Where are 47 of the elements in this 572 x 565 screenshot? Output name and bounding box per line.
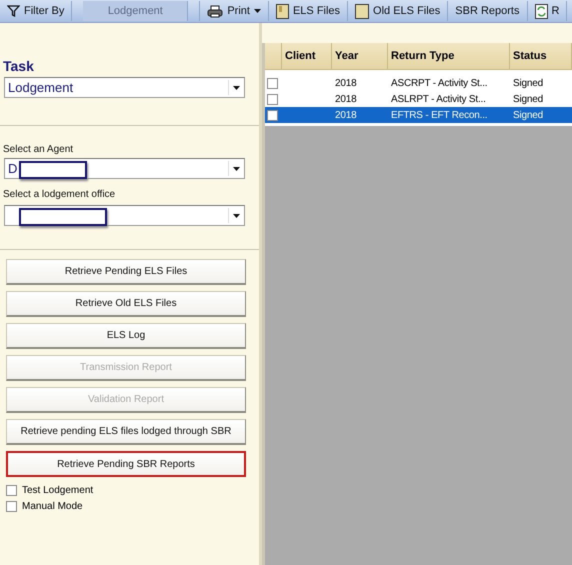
office-combo[interactable] [4,205,245,226]
toolbar-button[interactable]: Filter By [0,1,72,21]
action-button[interactable]: Retrieve Old ELS Files [6,291,246,317]
task-combo[interactable]: Lodgement [4,77,245,98]
table-cell-text: ASLRPT - Activity St... [390,92,487,106]
table-cell-text: 2018 [334,76,358,90]
checkbox[interactable] [6,501,17,512]
office-label: Select a lodgement office [3,189,116,200]
toolbar-button[interactable]: Print [200,1,269,21]
action-button[interactable]: Retrieve pending ELS files lodged through SBR [6,419,246,445]
toolbar-button[interactable]: ELS Files [268,1,348,21]
checkbox-label: Test Lodgement [22,485,94,496]
checkbox[interactable] [267,94,278,104]
action-button[interactable]: Retrieve Pending SBR Reports [6,451,246,477]
document-icon [355,4,370,18]
action-button[interactable]: ELS Log [6,323,246,349]
action-button[interactable]: Retrieve Pending ELS Files [6,259,246,285]
toolbar-button[interactable]: Old ELS Files [348,1,448,21]
table-cell-text: Signed [512,76,544,90]
agent-combo[interactable]: D [4,158,245,179]
table-cell-text: 2018 [334,92,358,106]
caret-icon [232,166,240,170]
column-header[interactable]: Status [510,43,572,70]
header-cell [265,43,282,70]
task-title: Task [3,58,34,74]
agent-label: Select an Agent [3,144,74,155]
column-header[interactable]: Return Type [388,43,510,70]
checkbox-label: Manual Mode [22,501,83,512]
filter-icon [7,5,20,17]
document-icon [276,4,289,18]
column-header[interactable]: Year [332,43,388,70]
column-header[interactable]: Client [282,43,332,70]
table-cell-text: Signed [512,92,544,106]
caret-icon [232,214,240,218]
caret-icon [254,9,261,13]
table-cell-text: ASCRPT - Activity St... [390,76,488,90]
printer-icon [207,4,224,18]
checkbox[interactable] [267,110,278,120]
table-cell: EFTRS - EFT Recon... [388,107,510,123]
table-cell: Signed [510,107,572,123]
toolbar-button[interactable]: SBR Reports [448,1,528,21]
checkbox[interactable] [6,485,17,496]
refresh-icon [534,4,548,18]
checkbox[interactable] [267,78,278,88]
caret-icon [232,86,240,90]
toolbar-button[interactable]: R [528,1,568,21]
table-cell: 2018 [332,107,388,123]
